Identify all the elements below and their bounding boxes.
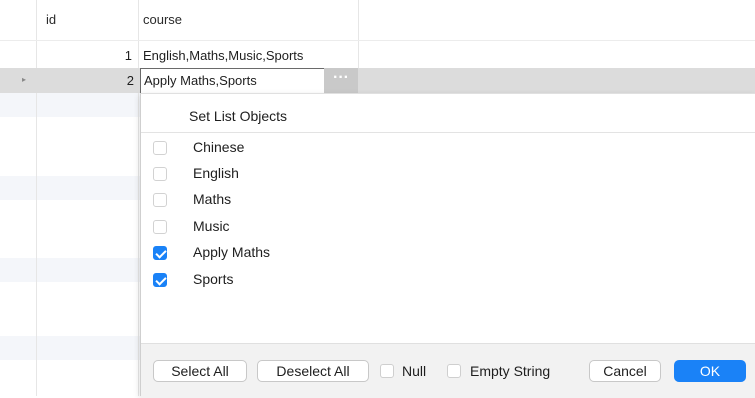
- set-list-popup: Set List Objects Chinese English Maths M…: [140, 93, 755, 398]
- column-header-id[interactable]: id: [46, 0, 56, 40]
- course-edit-field[interactable]: Apply Maths,Sports: [140, 68, 327, 95]
- list-item-label: English: [193, 165, 239, 181]
- course-edit-value: Apply Maths,Sports: [144, 73, 257, 88]
- list-item-label: Apply Maths: [193, 244, 271, 260]
- checkbox[interactable]: [153, 273, 167, 287]
- checkbox[interactable]: [153, 167, 167, 181]
- row-stripe: [0, 336, 140, 360]
- row-indicator-icon: ▸: [22, 75, 27, 84]
- list-item[interactable]: Music: [151, 215, 551, 237]
- popup-title: Set List Objects: [189, 108, 288, 124]
- empty-string-checkbox[interactable]: [447, 364, 461, 378]
- list-item-label: Maths: [193, 191, 232, 207]
- popup-divider: [141, 132, 755, 133]
- list-item[interactable]: Apply Maths: [151, 241, 551, 263]
- checkbox[interactable]: [153, 220, 167, 234]
- null-label: Null: [402, 363, 427, 379]
- cell-id[interactable]: 2: [34, 70, 134, 92]
- header-divider: [0, 40, 755, 41]
- checkbox[interactable]: [153, 193, 167, 207]
- row-stripe: [0, 176, 140, 200]
- null-checkbox[interactable]: [380, 364, 394, 378]
- list-item[interactable]: Chinese: [151, 136, 551, 158]
- column-header-course[interactable]: course: [143, 0, 182, 40]
- cancel-button[interactable]: Cancel: [589, 360, 661, 382]
- list-item-label: Sports: [193, 271, 234, 287]
- cell-id[interactable]: 1: [32, 45, 132, 67]
- cell-course[interactable]: English,Maths,Music,Sports: [143, 45, 303, 67]
- select-all-button[interactable]: Select All: [153, 360, 247, 382]
- list-item[interactable]: Maths: [151, 188, 551, 210]
- list-item-label: Music: [193, 218, 230, 234]
- column-divider: [138, 0, 139, 396]
- deselect-all-button[interactable]: Deselect All: [257, 360, 369, 382]
- row-stripe: [0, 258, 140, 282]
- column-divider: [358, 0, 359, 68]
- checkbox[interactable]: [153, 246, 167, 260]
- list-item-label: Chinese: [193, 139, 245, 155]
- list-item[interactable]: English: [151, 162, 551, 184]
- checkbox[interactable]: [153, 141, 167, 155]
- more-options-button[interactable]: ···: [324, 68, 358, 93]
- row-stripe: [0, 93, 140, 117]
- list-item[interactable]: Sports: [151, 268, 551, 290]
- popup-footer: Select All Deselect All Null Empty Strin…: [141, 343, 755, 398]
- ok-button[interactable]: OK: [674, 360, 746, 382]
- empty-string-label: Empty String: [470, 363, 551, 379]
